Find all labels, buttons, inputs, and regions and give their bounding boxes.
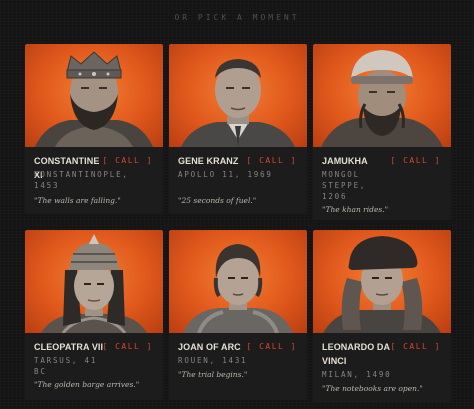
- character-place: MILAN, 1490: [322, 370, 392, 379]
- portrait-image: [25, 44, 163, 147]
- character-quote: "The trial begins.": [178, 370, 248, 379]
- call-button[interactable]: [ CALL ]: [246, 340, 297, 354]
- call-button[interactable]: [ CALL ]: [102, 340, 153, 354]
- character-card-constantine[interactable]: CONSTANTINE XI [ CALL ] CONSTANTINOPLE, …: [25, 44, 163, 214]
- character-name: GENE KRANZ: [178, 156, 239, 166]
- portrait-image: [169, 44, 307, 147]
- character-quote: "The golden barge arrives.": [34, 380, 140, 389]
- character-quote: "The walls are falling.": [34, 196, 121, 205]
- call-button[interactable]: [ CALL ]: [102, 154, 153, 168]
- character-quote: "The khan rides.": [322, 205, 389, 214]
- portrait-image: [169, 230, 307, 333]
- character-card-cleopatra[interactable]: CLEOPATRA VII [ CALL ] TARSUS, 41 BC "Th…: [25, 230, 163, 400]
- character-name: JOAN OF ARC: [178, 342, 241, 352]
- character-card-joan[interactable]: JOAN OF ARC [ CALL ] ROUEN, 1431 "The tr…: [169, 230, 307, 400]
- character-quote: "The notebooks are open.": [322, 384, 423, 393]
- character-name: LEONARDO DA VINCI: [322, 342, 390, 366]
- character-place: ROUEN, 1431: [178, 356, 248, 365]
- character-place: MONGOL STEPPE, 1206: [322, 170, 367, 201]
- character-place: TARSUS, 41 BC: [34, 356, 98, 376]
- character-name: CLEOPATRA VII: [34, 342, 104, 352]
- section-heading: OR PICK A MOMENT: [174, 13, 300, 22]
- call-button[interactable]: [ CALL ]: [390, 154, 441, 168]
- character-card-jamukha[interactable]: JAMUKHA [ CALL ] MONGOL STEPPE, 1206 "Th…: [313, 44, 451, 220]
- portrait-image: [313, 44, 451, 147]
- portrait-image: [313, 230, 451, 333]
- call-button[interactable]: [ CALL ]: [390, 340, 441, 354]
- character-card-leonardo[interactable]: LEONARDO DA VINCI [ CALL ] MILAN, 1490 "…: [313, 230, 451, 402]
- character-place: CONSTANTINOPLE, 1453: [34, 170, 129, 190]
- character-name: JAMUKHA: [322, 156, 368, 166]
- portrait-image: [25, 230, 163, 333]
- character-card-kranz[interactable]: GENE KRANZ [ CALL ] APOLLO 11, 1969 "25 …: [169, 44, 307, 214]
- character-place: APOLLO 11, 1969: [178, 170, 273, 179]
- character-quote: "25 seconds of fuel.": [178, 196, 257, 205]
- call-button[interactable]: [ CALL ]: [246, 154, 297, 168]
